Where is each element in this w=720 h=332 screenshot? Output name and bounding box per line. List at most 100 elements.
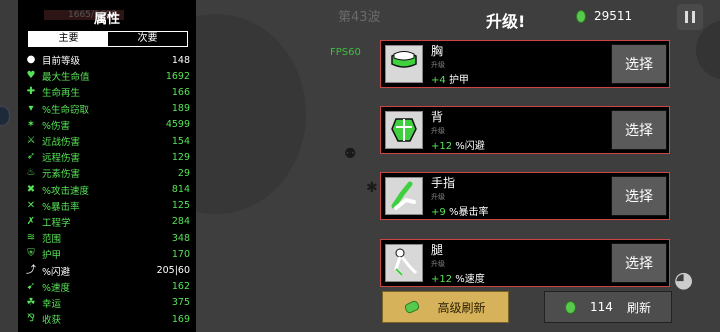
stat-row[interactable]: ➶ 远程伤害 129 [24, 149, 190, 165]
stat-name: 幸运 [42, 298, 62, 310]
select-button[interactable]: 选择 [611, 110, 667, 150]
finger-icon [385, 177, 423, 215]
stats-list: ● 目前等级 148 ♥ 最大生命值 1692 ✚ 生命再生 166 ▾ %生命窃取 189 ✶ %伤害 4… [24, 52, 190, 327]
enemy-sprite: ⚉ [344, 146, 357, 162]
card-effect: +4 护甲 [431, 71, 611, 86]
coin-count: 29511 [594, 9, 633, 23]
card-name: 腿 [431, 243, 444, 257]
card-amount: +12 [431, 274, 453, 285]
stat-name: 最大生命值 [42, 72, 90, 84]
pause-icon [685, 11, 688, 23]
level-icon: ● [26, 54, 36, 66]
stat-name: 远程伤害 [42, 153, 81, 165]
card-stat: %暴击率 [448, 207, 489, 218]
dodge-icon: ⤴ [26, 264, 36, 276]
stat-value: 170 [171, 248, 190, 260]
refresh-cost: 114 [590, 300, 613, 314]
stat-value: 284 [171, 216, 190, 228]
stat-row[interactable]: ⚔ 近战伤害 154 [24, 133, 190, 149]
stat-name: 范围 [42, 234, 62, 246]
card-subtitle: 升级 [431, 260, 445, 268]
refresh-button[interactable]: 114 刷新 [544, 291, 672, 323]
advanced-refresh-button[interactable]: 高级刷新 [382, 291, 509, 323]
card-text: 背升级 +12 %闪避 [431, 108, 611, 152]
melee-icon: ⚔ [26, 135, 36, 147]
pause-button[interactable] [677, 4, 703, 30]
card-stat: %闪避 [455, 141, 485, 152]
stats-tabs: 主要 次要 [28, 31, 188, 47]
stat-row[interactable]: ▾ %生命窃取 189 [24, 101, 190, 117]
upgrade-title: 升级! [486, 12, 526, 31]
stat-name: 生命再生 [42, 88, 81, 100]
fps-label: FPS60 [330, 47, 361, 58]
pause-icon [692, 11, 695, 23]
card-text: 胸升级 +4 护甲 [431, 42, 611, 86]
stat-name: 近战伤害 [42, 137, 81, 149]
stat-row[interactable]: ⤴ %闪避 205|60 [24, 262, 190, 278]
wave-label: 第43波 [338, 10, 381, 25]
damage-icon: ✶ [26, 118, 36, 130]
card-text: 手指升级 +9 %暴击率 [431, 174, 611, 218]
refresh-label: 刷新 [626, 300, 651, 315]
select-button[interactable]: 选择 [611, 44, 667, 84]
card-effect: +12 %闪避 [431, 137, 611, 152]
select-button[interactable]: 选择 [611, 176, 667, 216]
card-effect: +9 %暴击率 [431, 203, 611, 218]
stats-title: 属性 [93, 12, 120, 27]
stat-row[interactable]: ⅋ 收获 169 [24, 311, 190, 327]
select-button[interactable]: 选择 [611, 243, 667, 283]
stat-row[interactable]: ♥ 最大生命值 1692 [24, 68, 190, 84]
card-amount: +4 [431, 75, 446, 86]
upgrade-card: 腿升级 +12 %速度 选择 [380, 239, 670, 287]
stat-row[interactable]: ⛨ 护甲 170 [24, 246, 190, 262]
card-effect: +12 %速度 [431, 270, 611, 285]
tab-secondary[interactable]: 次要 [108, 32, 187, 46]
stat-value: 189 [171, 103, 190, 115]
stat-value: 814 [171, 184, 190, 196]
chest-icon [385, 45, 423, 83]
stat-row[interactable]: ✖ %攻击速度 814 [24, 182, 190, 198]
stat-row[interactable]: ≋ 范围 348 [24, 230, 190, 246]
stat-value: 148 [171, 54, 190, 66]
material-coin-icon [576, 9, 586, 23]
regen-icon: ✚ [26, 86, 36, 98]
card-amount: +9 [431, 207, 446, 218]
stat-value: 375 [171, 297, 190, 309]
elemental-icon: ♨ [26, 167, 36, 179]
stat-row[interactable]: ✶ %伤害 4599 [24, 117, 190, 133]
enemy-sprite: ◕ [674, 268, 694, 293]
stat-row[interactable]: ♨ 元素伤害 29 [24, 165, 190, 181]
advanced-refresh-label: 高级刷新 [437, 300, 486, 315]
card-stat: 护甲 [448, 75, 469, 86]
material-icon [404, 299, 421, 315]
stat-row[interactable]: ✚ 生命再生 166 [24, 84, 190, 100]
stat-row[interactable]: ✗ 工程学 284 [24, 214, 190, 230]
stat-name: 护甲 [42, 250, 62, 262]
stat-value: 1692 [165, 70, 190, 82]
card-subtitle: 升级 [431, 193, 445, 201]
stat-name: 工程学 [42, 217, 71, 229]
lifesteal-icon: ▾ [28, 102, 34, 114]
upgrade-card: 手指 升级 +9 %暴击率 选择 [380, 172, 670, 220]
card-name: 手指 [431, 176, 456, 190]
coin-display: 29511 [576, 9, 632, 23]
card-stat: %速度 [455, 274, 485, 285]
stat-row[interactable]: ✕ %暴击率 125 [24, 198, 190, 214]
stat-value: 205|60 [156, 265, 190, 277]
card-subtitle: 升级 [431, 61, 445, 69]
stat-name: %伤害 [42, 120, 71, 132]
stat-value: 166 [171, 86, 190, 98]
card-name: 胸 [431, 44, 444, 58]
leg-icon [385, 244, 423, 282]
ranged-icon: ➶ [26, 151, 36, 163]
card-amount: +12 [431, 141, 453, 152]
stat-row[interactable]: ➹ %速度 162 [24, 279, 190, 295]
tab-primary[interactable]: 主要 [29, 32, 108, 46]
stat-row[interactable]: ☘ 幸运 375 [24, 295, 190, 311]
stat-value: 125 [171, 200, 190, 212]
edge-indicator-icon [0, 106, 10, 126]
stat-name: %攻击速度 [42, 185, 90, 197]
stat-row[interactable]: ● 目前等级 148 [24, 52, 190, 68]
stat-name: 收获 [42, 315, 62, 327]
luck-icon: ☘ [26, 296, 36, 308]
